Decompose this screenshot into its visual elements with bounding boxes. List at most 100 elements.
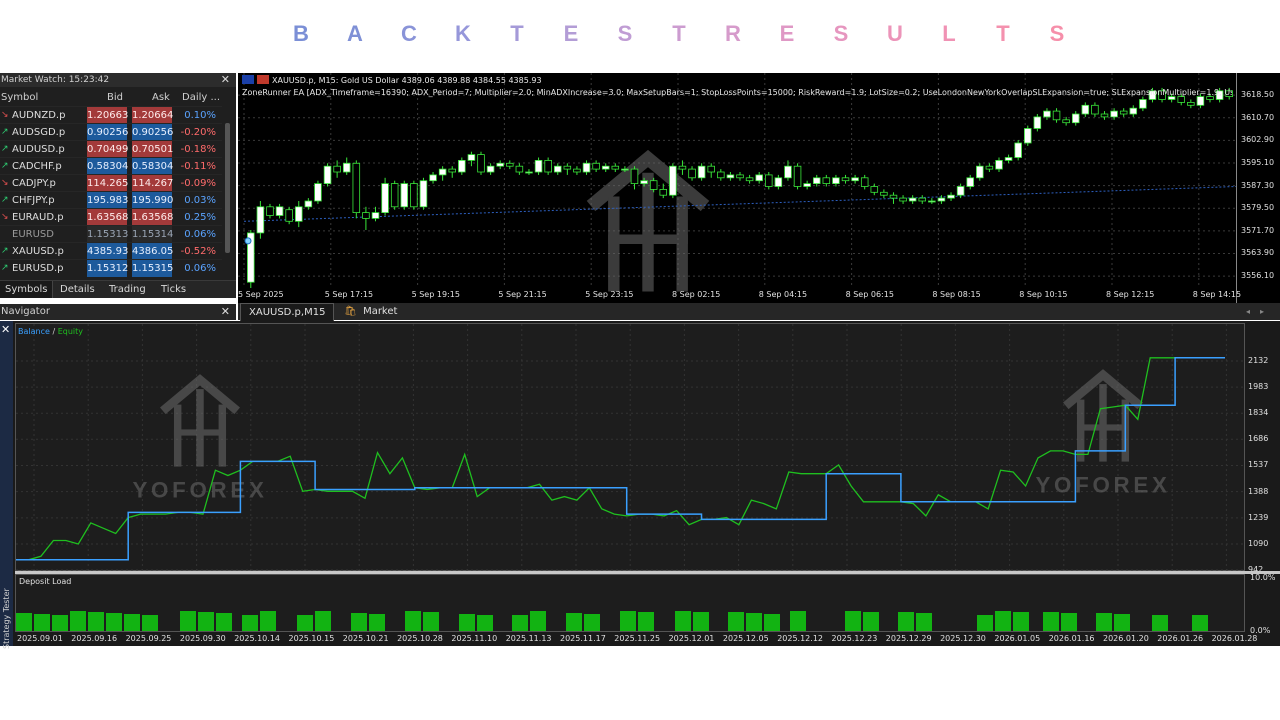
candle-bear[interactable] (1100, 113, 1109, 118)
candle-bull[interactable] (601, 165, 610, 170)
candle-bear[interactable] (717, 171, 725, 179)
candle-bear[interactable] (870, 186, 879, 193)
candle-bear[interactable] (841, 177, 850, 182)
candle-bear[interactable] (688, 168, 696, 179)
market-watch-row[interactable]: ↘ AUDNZD.p 1.20663 1.20664 0.10% (0, 106, 222, 124)
market-watch-row[interactable]: ↗ AUDUSD.p 0.70499 0.70501 -0.18% (0, 140, 222, 158)
candle-bull[interactable] (621, 168, 629, 171)
candle-bear[interactable] (659, 189, 668, 196)
close-icon[interactable]: ✕ (221, 73, 230, 87)
candle-bear[interactable] (745, 177, 754, 182)
candle-bear[interactable] (592, 162, 600, 170)
close-icon[interactable]: ✕ (221, 304, 230, 320)
candle-bull[interactable] (1139, 99, 1147, 109)
candle-bull[interactable] (295, 206, 303, 222)
candle-bull[interactable] (1033, 116, 1042, 129)
tab-xauusd-chart[interactable]: XAUUSD.p,M15 (240, 303, 335, 321)
candle-bull[interactable] (371, 212, 380, 219)
candle-bull[interactable] (496, 162, 504, 167)
tab-symbols[interactable]: Symbols (0, 281, 54, 298)
candle-bear[interactable] (544, 160, 552, 173)
trade-marker[interactable] (244, 237, 252, 245)
scroll-arrows[interactable]: ◂▸ (1246, 303, 1274, 320)
candle-bull[interactable] (1024, 128, 1032, 144)
market-watch-row[interactable]: ↗ CADCHF.p 0.58304 0.58304 -0.11% (0, 157, 222, 175)
candle-bull[interactable] (726, 174, 735, 179)
candle-bull[interactable] (381, 183, 389, 213)
candle-bear[interactable] (1187, 101, 1195, 106)
candle-bear[interactable] (880, 191, 888, 196)
candle-bear[interactable] (860, 177, 869, 187)
candle-bull[interactable] (956, 186, 965, 196)
candle-bull[interactable] (812, 177, 821, 185)
tab-ticks[interactable]: Ticks (156, 281, 191, 298)
candle-bull[interactable] (1129, 107, 1138, 115)
candle-bull[interactable] (937, 197, 946, 202)
candle-bull[interactable] (582, 162, 591, 173)
candle-bull[interactable] (467, 154, 476, 161)
col-bid[interactable]: Bid (107, 90, 123, 106)
candle-bear[interactable] (985, 165, 994, 170)
candle-bull[interactable] (928, 200, 936, 203)
candle-bull[interactable] (1071, 113, 1080, 124)
candle-bull[interactable] (1014, 142, 1022, 158)
candle-bull[interactable] (976, 165, 984, 179)
candle-bear[interactable] (649, 180, 658, 190)
candle-bear[interactable] (1119, 110, 1128, 115)
col-ask[interactable]: Ask (152, 90, 170, 106)
price-chart-canvas[interactable] (238, 73, 1280, 303)
candle-bull[interactable] (419, 180, 428, 208)
scrollbar[interactable] (225, 123, 230, 253)
candle-bull[interactable] (640, 180, 648, 184)
candle-bull[interactable] (803, 183, 811, 187)
candle-bull[interactable] (304, 200, 313, 208)
candle-bull[interactable] (534, 160, 543, 173)
candle-bull[interactable] (342, 162, 351, 173)
candle-bear[interactable] (899, 197, 907, 202)
price-axis[interactable]: 3618.50 3610.70 3602.90 3595.10 3587.30 3579.… (1236, 73, 1280, 303)
candle-bull[interactable] (697, 165, 706, 179)
candle-bear[interactable] (611, 165, 620, 170)
candle-bull[interactable] (458, 160, 466, 173)
candle-bull[interactable] (851, 177, 859, 182)
candle-bull[interactable] (314, 183, 322, 202)
candle-bear[interactable] (1091, 104, 1099, 115)
market-watch-row[interactable]: ↘ EURAUD.p 1.63568 1.63568 0.25% (0, 208, 222, 226)
candle-bull[interactable] (947, 194, 955, 199)
candle-bear[interactable] (678, 165, 687, 170)
candle-bull[interactable] (1043, 110, 1051, 118)
candle-bear[interactable] (448, 168, 456, 173)
candle-bear[interactable] (573, 168, 581, 173)
candle-bear[interactable] (1062, 119, 1070, 124)
col-symbol[interactable]: Symbol (1, 90, 38, 106)
candle-bear[interactable] (563, 165, 572, 170)
candle-bull[interactable] (256, 206, 265, 234)
candle-bull[interactable] (1004, 157, 1013, 161)
candle-bull[interactable] (774, 177, 783, 187)
candle-bear[interactable] (515, 165, 524, 173)
candle-bear[interactable] (352, 162, 361, 214)
tab-details[interactable]: Details (55, 281, 100, 298)
candle-bear[interactable] (707, 165, 715, 173)
market-watch-row[interactable]: ↗ CHFJPY.p 195.983 195.990 0.03% (0, 191, 222, 209)
candle-bear[interactable] (333, 165, 341, 173)
market-watch-row[interactable]: ↘ CADJPY.p 114.265 114.267 -0.09% (0, 174, 222, 192)
candle-bull[interactable] (908, 197, 917, 202)
candle-bull[interactable] (486, 165, 495, 173)
candle-bear[interactable] (918, 197, 927, 202)
price-chart[interactable]: XAUUSD.p, M15: Gold US Dollar 4389.06 43… (238, 73, 1280, 303)
candle-bear[interactable] (390, 183, 399, 208)
candle-bear[interactable] (477, 154, 485, 173)
candle-bear[interactable] (793, 165, 802, 187)
tab-market[interactable]: 🛍 Market (336, 303, 405, 320)
market-watch-row[interactable]: EURUSD 1.15313 1.15314 0.06% (0, 225, 222, 243)
candle-bull[interactable] (323, 165, 332, 184)
candle-bear[interactable] (362, 212, 370, 219)
candle-bull[interactable] (832, 177, 840, 185)
candle-bear[interactable] (822, 177, 831, 185)
candle-bear[interactable] (736, 174, 744, 179)
candle-bear[interactable] (765, 174, 773, 187)
col-daily[interactable]: Daily ... (182, 90, 220, 106)
market-watch-row[interactable]: ↗ AUDSGD.p 0.90256 0.90256 -0.20% (0, 123, 222, 141)
candle-bear[interactable] (285, 209, 293, 222)
